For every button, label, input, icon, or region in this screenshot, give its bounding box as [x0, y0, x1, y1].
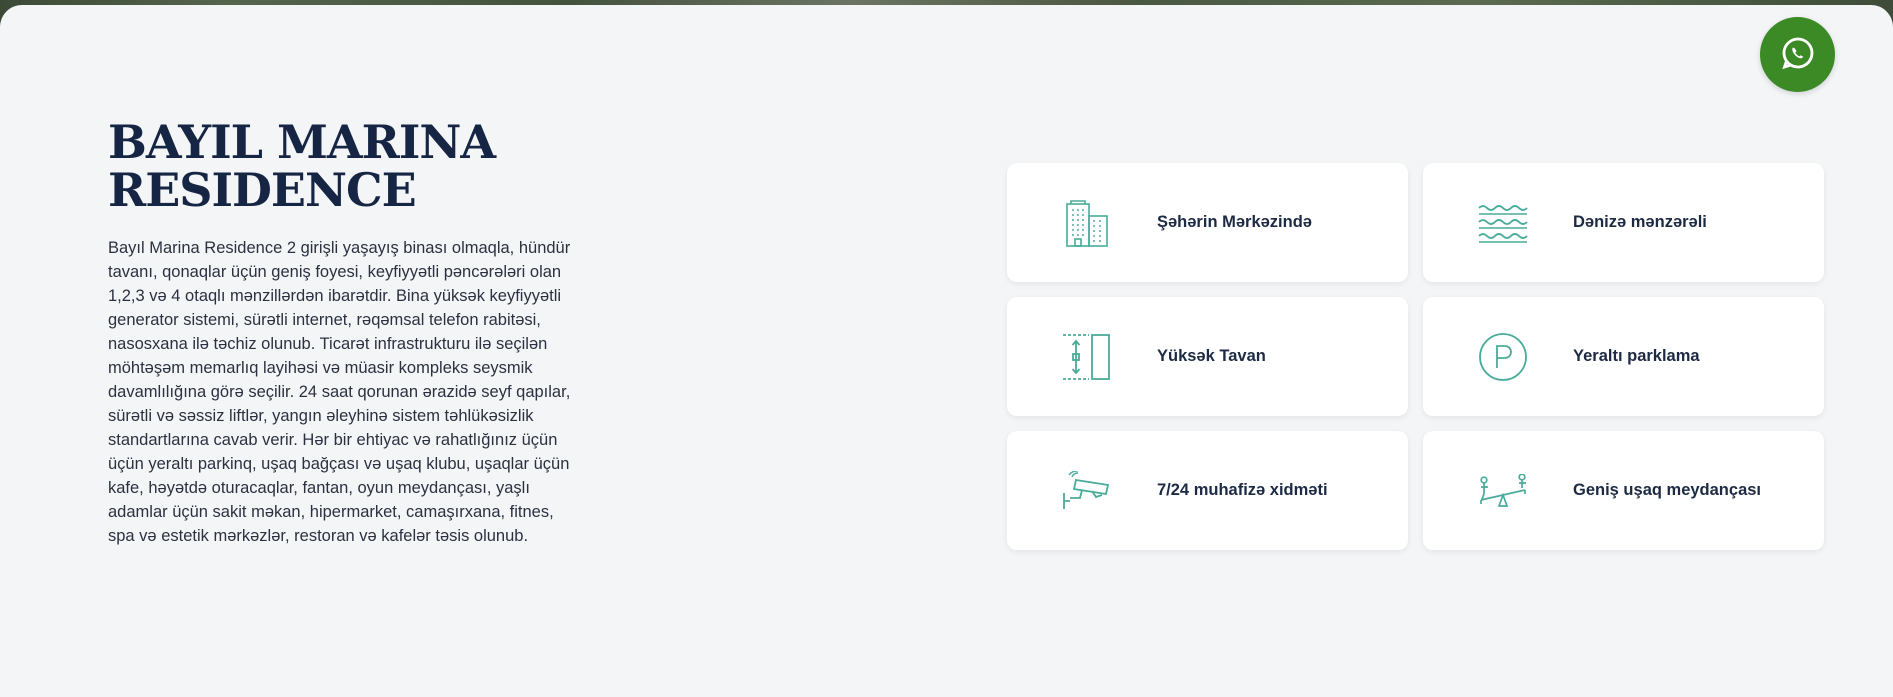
feature-label: Şəhərin Mərkəzində	[1157, 213, 1312, 231]
feature-label: Geniş uşaq meydançası	[1573, 481, 1762, 499]
parking-icon	[1478, 332, 1528, 382]
feature-label: Yeraltı parklama	[1573, 347, 1700, 365]
feature-label: 7/24 muhafizə xidməti	[1157, 481, 1328, 499]
feature-card-parking: Yeraltı parklama	[1423, 297, 1824, 416]
playground-icon	[1478, 466, 1528, 516]
feature-label: Yüksək Tavan	[1157, 347, 1266, 365]
page-title: BAYIL MARINA RESIDENCE	[108, 115, 496, 217]
waves-icon	[1478, 198, 1528, 248]
feature-card-playground: Geniş uşaq meydançası	[1423, 431, 1824, 550]
building-icon	[1062, 198, 1112, 248]
feature-card-city-center: Şəhərin Mərkəzində	[1007, 163, 1408, 282]
feature-label: Dənizə mənzərəli	[1573, 213, 1707, 231]
feature-card-security: 7/24 muhafizə xidməti	[1007, 431, 1408, 550]
feature-card-sea-view: Dənizə mənzərəli	[1423, 163, 1824, 282]
feature-card-high-ceiling: Yüksək Tavan	[1007, 297, 1408, 416]
whatsapp-icon	[1780, 35, 1816, 75]
whatsapp-button[interactable]	[1760, 17, 1835, 92]
features-grid: Şəhərin Mərkəzində Dənizə mənzərəli Yüks…	[1007, 163, 1824, 550]
ceiling-height-icon	[1062, 332, 1112, 382]
security-camera-icon	[1062, 466, 1112, 516]
description-text: Bayıl Marina Residence 2 girişli yaşayış…	[108, 239, 571, 545]
